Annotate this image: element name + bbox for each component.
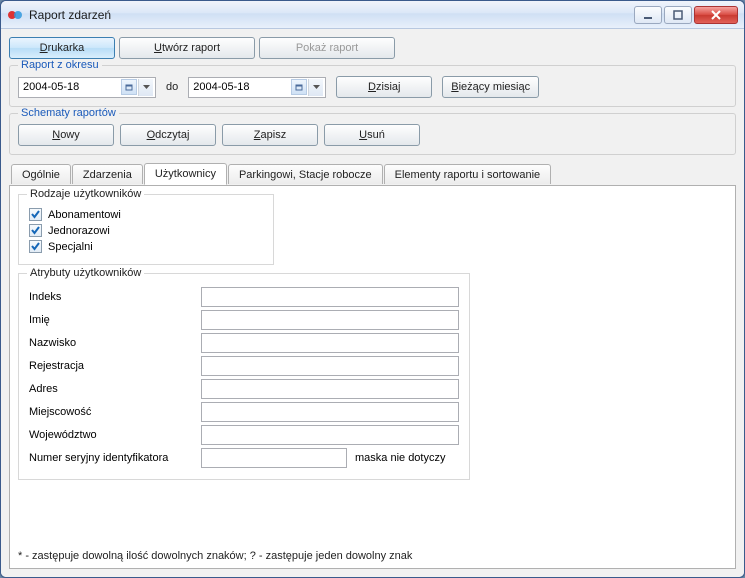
checkbox-label: Specjalni: [48, 241, 93, 253]
calendar-icon[interactable]: [121, 79, 137, 95]
new-button[interactable]: Nowy: [18, 124, 114, 146]
window-buttons: [634, 6, 738, 24]
user-types-legend: Rodzaje użytkowników: [27, 188, 144, 200]
input-region[interactable]: [201, 425, 459, 445]
read-button[interactable]: Odczytaj: [120, 124, 216, 146]
input-lastname[interactable]: [201, 333, 459, 353]
label-region: Województwo: [29, 429, 201, 441]
chevron-down-icon[interactable]: [138, 79, 153, 96]
tab-users[interactable]: Użytkownicy: [144, 163, 227, 185]
schemas-legend: Schematy raportów: [18, 107, 119, 119]
maximize-button[interactable]: [664, 6, 692, 24]
input-city[interactable]: [201, 402, 459, 422]
checkbox-onetime[interactable]: [29, 224, 42, 237]
print-button[interactable]: Drukarka: [9, 37, 115, 59]
close-button[interactable]: [694, 6, 738, 24]
client-area: Drukarka Utwórz raport Pokaż raport Rapo…: [1, 29, 744, 577]
current-month-button[interactable]: Bieżący miesiąc: [442, 76, 539, 98]
label-address: Adres: [29, 383, 201, 395]
save-button[interactable]: Zapisz: [222, 124, 318, 146]
calendar-icon[interactable]: [291, 79, 307, 95]
checkbox-label: Jednorazowi: [48, 225, 110, 237]
to-label: do: [166, 81, 178, 93]
input-address[interactable]: [201, 379, 459, 399]
delete-button[interactable]: Usuń: [324, 124, 420, 146]
footnote: * - zastępuje dowolną ilość dowolnych zn…: [18, 550, 412, 562]
label-serial: Numer seryjny identyfikatora: [29, 452, 201, 464]
chevron-down-icon[interactable]: [308, 79, 323, 96]
date-from-picker[interactable]: 2004-05-18: [18, 77, 156, 98]
checkbox-label: Abonamentowi: [48, 209, 121, 221]
today-button[interactable]: Dzisiaj: [336, 76, 432, 98]
checkbox-subscription[interactable]: [29, 208, 42, 221]
date-to-value: 2004-05-18: [193, 81, 289, 93]
input-registration[interactable]: [201, 356, 459, 376]
create-report-button[interactable]: Utwórz raport: [119, 37, 255, 59]
period-group: Raport z okresu 2004-05-18 do 2004-05-18…: [9, 65, 736, 107]
window: Raport zdarzeń Drukarka Utwórz raport Po…: [0, 0, 745, 578]
schemas-group: Schematy raportów Nowy Odczytaj Zapisz U…: [9, 113, 736, 155]
tab-elements-sorting[interactable]: Elementy raportu i sortowanie: [384, 164, 552, 184]
mask-note: maska nie dotyczy: [355, 452, 445, 464]
toolbar: Drukarka Utwórz raport Pokaż raport: [9, 37, 736, 59]
label-city: Miejscowość: [29, 406, 201, 418]
minimize-button[interactable]: [634, 6, 662, 24]
user-attrs-legend: Atrybuty użytkowników: [27, 267, 144, 279]
user-types-group: Rodzaje użytkowników Abonamentowi Jednor…: [18, 194, 274, 265]
user-attrs-group: Atrybuty użytkowników Indeks Imię Nazwis…: [18, 273, 470, 480]
window-title: Raport zdarzeń: [29, 8, 634, 22]
tabpanel-users: Rodzaje użytkowników Abonamentowi Jednor…: [9, 185, 736, 569]
checkbox-special[interactable]: [29, 240, 42, 253]
label-index: Indeks: [29, 291, 201, 303]
show-report-button[interactable]: Pokaż raport: [259, 37, 395, 59]
input-firstname[interactable]: [201, 310, 459, 330]
date-to-picker[interactable]: 2004-05-18: [188, 77, 326, 98]
tab-general[interactable]: Ogólnie: [11, 164, 71, 184]
date-from-value: 2004-05-18: [23, 81, 119, 93]
label-registration: Rejestracja: [29, 360, 201, 372]
titlebar[interactable]: Raport zdarzeń: [1, 1, 744, 29]
label-lastname: Nazwisko: [29, 337, 201, 349]
period-legend: Raport z okresu: [18, 59, 102, 71]
app-icon: [7, 7, 23, 23]
tab-parking-stations[interactable]: Parkingowi, Stacje robocze: [228, 164, 383, 184]
input-index[interactable]: [201, 287, 459, 307]
input-serial[interactable]: [201, 448, 347, 468]
label-firstname: Imię: [29, 314, 201, 326]
tabstrip: Ogólnie Zdarzenia Użytkownicy Parkingowi…: [9, 163, 736, 185]
tab-events[interactable]: Zdarzenia: [72, 164, 143, 184]
